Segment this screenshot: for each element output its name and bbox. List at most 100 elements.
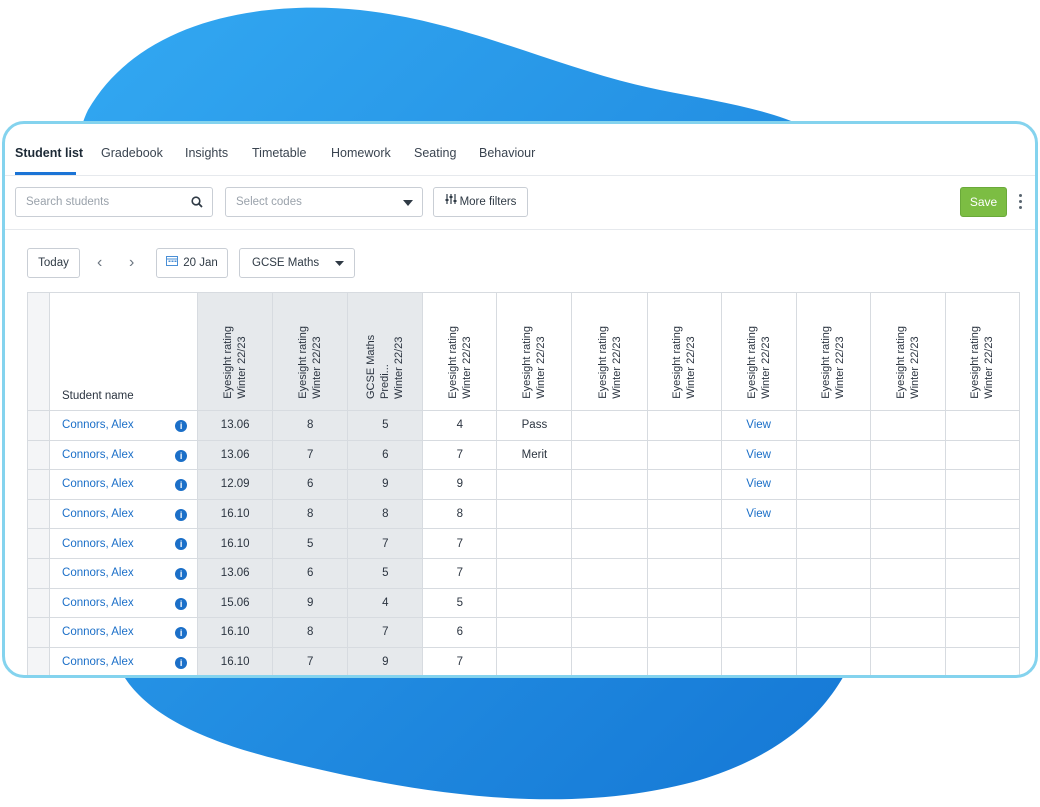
grid-cell[interactable] — [646, 587, 722, 619]
info-icon[interactable]: i — [175, 627, 188, 640]
grid-cell[interactable]: View — [720, 410, 797, 441]
grid-cell[interactable]: 9 — [347, 646, 424, 675]
student-name-header[interactable]: Student name — [49, 292, 199, 411]
column-header[interactable]: Eyesight rating Winter 22/23 — [869, 292, 946, 411]
student-name-link[interactable]: Connors, Alex — [62, 597, 134, 609]
grid-cell[interactable] — [795, 617, 871, 648]
grid-cell[interactable]: Merit — [496, 439, 573, 471]
more-vertical-icon[interactable] — [1017, 191, 1025, 213]
grid-cell[interactable] — [795, 646, 871, 675]
grid-cell[interactable] — [795, 528, 871, 559]
grid-cell[interactable] — [571, 469, 648, 500]
grid-cell[interactable]: 5 — [422, 587, 498, 619]
grid-cell[interactable]: 16.10 — [197, 646, 274, 675]
grid-cell[interactable] — [571, 646, 648, 675]
grid-cell[interactable]: 7 — [347, 617, 424, 648]
student-name-link[interactable]: Connors, Alex — [62, 478, 134, 490]
grid-cell[interactable]: 12.09 — [197, 469, 274, 500]
more-filters-button[interactable]: More filters — [433, 187, 528, 217]
tab-homework[interactable]: Homework — [331, 146, 391, 160]
grid-cell[interactable] — [944, 557, 1021, 589]
grid-cell[interactable]: 7 — [347, 528, 424, 559]
grid-cell[interactable] — [944, 498, 1021, 530]
student-name-link[interactable]: Connors, Alex — [62, 567, 134, 579]
column-header[interactable]: Eyesight rating Winter 22/23 — [197, 292, 274, 411]
grid-cell[interactable] — [869, 587, 946, 619]
tab-insights[interactable]: Insights — [185, 146, 228, 160]
grid-cell[interactable]: 16.10 — [197, 528, 274, 559]
info-icon[interactable]: i — [175, 479, 188, 492]
grid-cell[interactable]: 5 — [347, 557, 424, 589]
grid-cell[interactable]: 7 — [422, 528, 498, 559]
view-link[interactable]: View — [746, 508, 771, 520]
grid-cell[interactable] — [795, 587, 871, 619]
grid-cell[interactable]: 8 — [272, 410, 349, 441]
column-header[interactable]: Eyesight rating Winter 22/23 — [272, 292, 349, 411]
grid-cell[interactable]: Pass — [496, 410, 573, 441]
subject-select[interactable]: GCSE Maths — [239, 248, 355, 278]
grid-cell[interactable]: View — [720, 439, 797, 471]
grid-cell[interactable] — [944, 469, 1021, 500]
grid-cell[interactable] — [496, 528, 573, 559]
row-stub[interactable] — [26, 410, 51, 441]
grid-cell[interactable]: 13.06 — [197, 410, 274, 441]
search-icon[interactable] — [191, 188, 203, 218]
grid-cell[interactable] — [869, 557, 946, 589]
grid-cell[interactable] — [869, 410, 946, 441]
student-name-link[interactable]: Connors, Alex — [62, 449, 134, 461]
grid-cell[interactable] — [646, 557, 722, 589]
row-stub[interactable] — [26, 646, 51, 675]
student-name-link[interactable]: Connors, Alex — [62, 538, 134, 550]
column-header[interactable]: Eyesight rating Winter 22/23 — [571, 292, 648, 411]
grid-cell[interactable]: 8 — [272, 498, 349, 530]
grid-cell[interactable]: 9 — [272, 587, 349, 619]
grid-cell[interactable]: 16.10 — [197, 617, 274, 648]
row-stub[interactable] — [26, 617, 51, 648]
grid-cell[interactable] — [720, 528, 797, 559]
grid-cell[interactable] — [646, 439, 722, 471]
grid-cell[interactable] — [720, 587, 797, 619]
grid-cell[interactable]: 16.10 — [197, 498, 274, 530]
grid-cell[interactable]: 6 — [347, 439, 424, 471]
grid-cell[interactable] — [571, 528, 648, 559]
grid-cell[interactable]: 7 — [422, 557, 498, 589]
grid-cell[interactable] — [646, 646, 722, 675]
column-header[interactable]: Eyesight rating Winter 22/23 — [795, 292, 871, 411]
grid-cell[interactable]: 9 — [347, 469, 424, 500]
tab-timetable[interactable]: Timetable — [252, 146, 306, 160]
grid-cell[interactable] — [571, 557, 648, 589]
grid-cell[interactable] — [571, 410, 648, 441]
grid-cell[interactable]: 6 — [422, 617, 498, 648]
view-link[interactable]: View — [746, 449, 771, 461]
grid-cell[interactable] — [496, 646, 573, 675]
grid-cell[interactable]: 7 — [272, 646, 349, 675]
view-link[interactable]: View — [746, 419, 771, 431]
row-stub[interactable] — [26, 498, 51, 530]
grid-cell[interactable] — [496, 617, 573, 648]
grid-cell[interactable]: 4 — [347, 587, 424, 619]
view-link[interactable]: View — [746, 478, 771, 490]
grid-cell[interactable]: 13.06 — [197, 439, 274, 471]
grid-cell[interactable] — [496, 587, 573, 619]
grid-cell[interactable] — [646, 469, 722, 500]
tab-seating[interactable]: Seating — [414, 146, 456, 160]
grid-cell[interactable]: 7 — [422, 439, 498, 471]
save-button[interactable]: Save — [960, 187, 1007, 217]
grid-cell[interactable] — [720, 646, 797, 675]
date-picker-button[interactable]: 20 Jan — [156, 248, 228, 278]
grid-cell[interactable] — [571, 617, 648, 648]
grid-cell[interactable] — [869, 469, 946, 500]
today-button[interactable]: Today — [27, 248, 80, 278]
grid-cell[interactable]: 8 — [422, 498, 498, 530]
grid-cell[interactable]: 6 — [272, 557, 349, 589]
info-icon[interactable]: i — [175, 597, 188, 610]
grid-cell[interactable] — [795, 557, 871, 589]
info-icon[interactable]: i — [175, 508, 188, 521]
grid-cell[interactable] — [646, 410, 722, 441]
grid-cell[interactable] — [795, 498, 871, 530]
grid-cell[interactable] — [720, 617, 797, 648]
grid-cell[interactable]: View — [720, 498, 797, 530]
info-icon[interactable]: i — [175, 538, 188, 551]
grid-cell[interactable] — [795, 439, 871, 471]
grid-cell[interactable] — [795, 469, 871, 500]
